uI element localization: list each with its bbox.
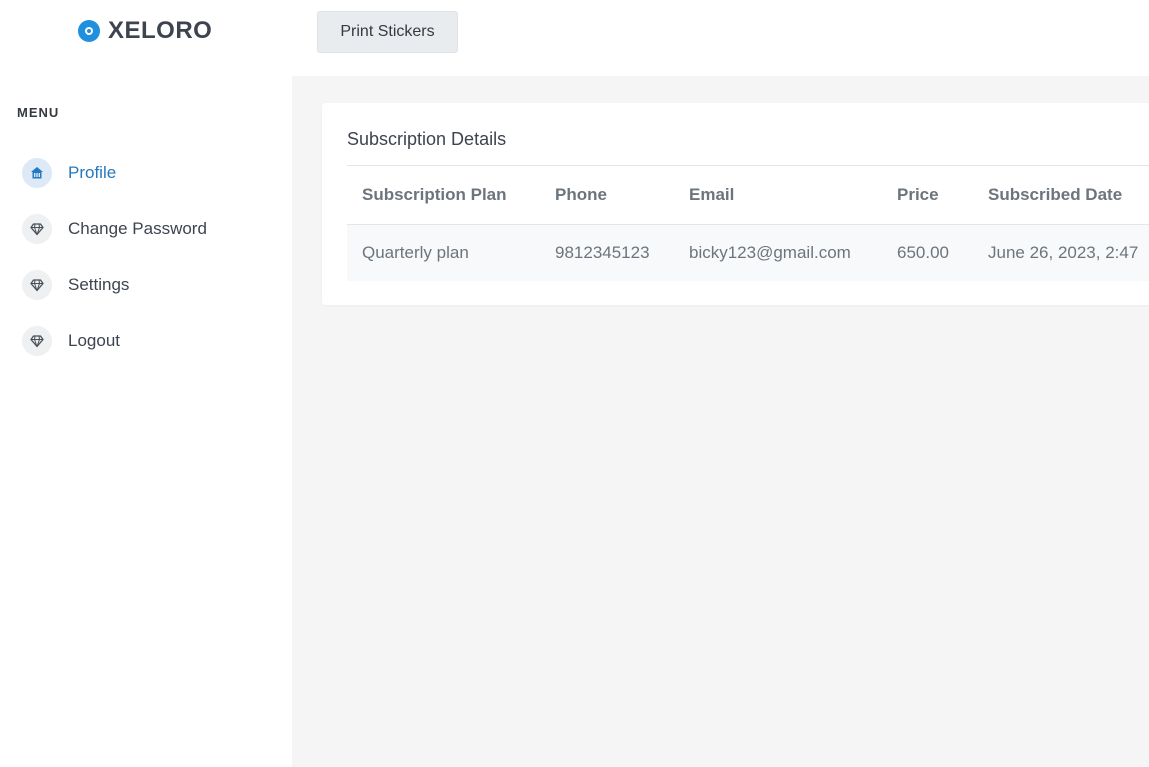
cell-phone: 9812345123 [555,243,650,262]
column-header-price: Price [897,185,939,204]
subscription-card: Subscription Details Subscription Plan P… [322,103,1149,305]
sidebar-item-profile[interactable]: Profile [22,145,282,201]
column-header-email: Email [689,185,735,204]
column-header-subscribed-date: Subscribed Date [988,185,1123,204]
sidebar-item-change-password[interactable]: Change Password [22,201,282,257]
diamond-icon [22,270,52,300]
home-icon [22,158,52,188]
app: XELORO MENU Profile Change Password Sett… [0,0,1149,767]
menu-title: MENU [17,105,60,120]
cell-subscribed-date: June 26, 2023, 2:47 [988,243,1139,262]
cell-price: 650.00 [897,243,949,262]
sidebar-item-label: Profile [68,163,117,182]
sidebar-item-settings[interactable]: Settings [22,257,282,313]
column-header-phone: Phone [555,185,607,204]
brand[interactable]: XELORO [78,17,212,45]
sidebar-menu: Profile Change Password Settings Logout [22,145,282,369]
cell-email: bicky123@gmail.com [689,243,851,262]
brand-name: XELORO [108,17,213,44]
column-header-subscription-plan: Subscription Plan [362,185,507,204]
cell-subscription-plan: Quarterly plan [362,243,469,262]
table-row: Quarterly plan 9812345123 bicky123@gmail… [347,225,1149,281]
diamond-icon [22,214,52,244]
logo-target-icon [78,20,100,42]
sidebar-item-logout[interactable]: Logout [22,313,282,369]
sidebar-item-label: Change Password [68,219,207,238]
print-stickers-button[interactable]: Print Stickers [317,11,458,53]
card-title: Subscription Details [347,129,507,149]
sidebar-item-label: Settings [68,275,130,294]
topbar: Print Stickers [292,0,1149,76]
sidebar-item-label: Logout [68,331,120,350]
sidebar: XELORO MENU Profile Change Password Sett… [0,0,292,767]
table-header: Subscription Plan Phone Email Price Subs… [347,166,1149,226]
diamond-icon [22,326,52,356]
